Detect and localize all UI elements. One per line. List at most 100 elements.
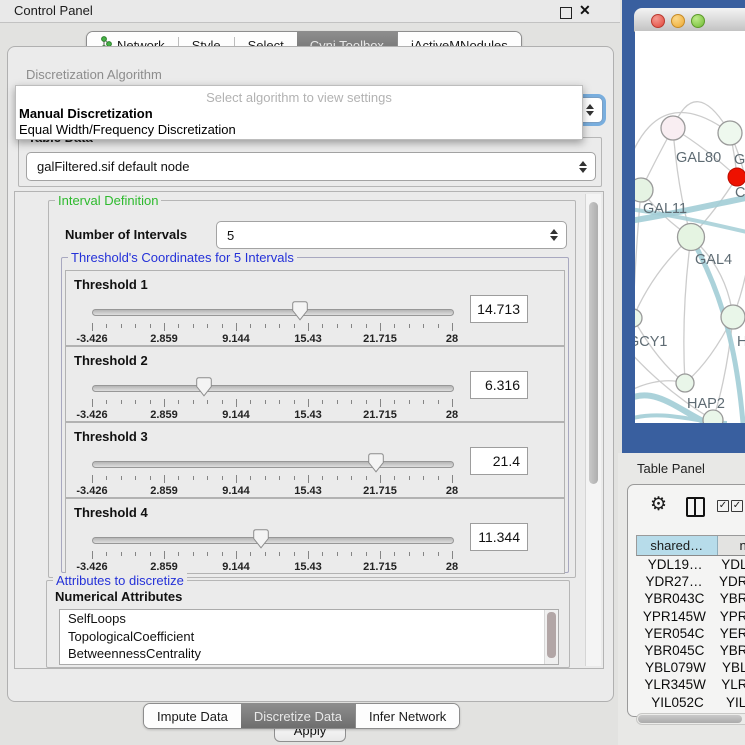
- table-cell[interactable]: YBR0: [713, 591, 745, 606]
- table-row[interactable]: YDL19…YDL1: [636, 556, 745, 573]
- network-window-titlebar[interactable]: [634, 8, 745, 32]
- horizontal-scrollbar[interactable]: [636, 713, 745, 725]
- tab-label: Discretize Data: [254, 709, 342, 724]
- tab-infer-network[interactable]: Infer Network: [355, 704, 459, 728]
- table-toolbar: ⚙ ✓ ✓: [628, 485, 745, 529]
- node-gal11[interactable]: [635, 178, 653, 202]
- table-cell[interactable]: YLR345W: [636, 677, 714, 692]
- threshold-label: Threshold 1: [74, 277, 148, 292]
- node-h[interactable]: [721, 305, 745, 329]
- slider-track[interactable]: [92, 461, 454, 468]
- column-header-name[interactable]: na: [718, 536, 745, 555]
- table-data-combobox[interactable]: galFiltered.sif default node: [26, 152, 596, 181]
- column-layout-icon[interactable]: [686, 497, 705, 517]
- attribute-item[interactable]: TopologicalCoefficient: [60, 628, 558, 646]
- network-view[interactable]: GAL80 GA GAL11 C GAL4 GCY1 H HAP2: [635, 31, 745, 423]
- node-hap2[interactable]: [676, 374, 694, 392]
- mac-minimize-icon[interactable]: [671, 14, 685, 28]
- gear-icon[interactable]: ⚙: [650, 495, 667, 514]
- slider-track[interactable]: [92, 385, 454, 392]
- slider-ticks: [92, 399, 452, 408]
- node-gal4[interactable]: [678, 224, 705, 251]
- list-scrollbar-thumb[interactable]: [547, 612, 556, 658]
- cyni-toolbox-panel: Discretization Algorithm Select algorith…: [7, 46, 614, 702]
- node-gal80[interactable]: [661, 116, 685, 140]
- threshold-3-slider[interactable]: -3.4262.8599.14415.4321.71528: [92, 451, 452, 491]
- node-label: H: [737, 334, 745, 350]
- table-row[interactable]: YBR045CYBR0: [636, 642, 745, 659]
- table-cell[interactable]: YIL052C: [636, 695, 719, 710]
- list-scrollbar[interactable]: [544, 610, 558, 664]
- threshold-1-slider[interactable]: -3.4262.8599.14415.4321.71528: [92, 299, 452, 339]
- mac-close-icon[interactable]: [651, 14, 665, 28]
- table-cell[interactable]: YDL19…: [636, 557, 714, 572]
- table-row[interactable]: YDR27…YDR2: [636, 573, 745, 590]
- table-cell[interactable]: YBR0: [713, 643, 745, 658]
- settings-scrollpane: Interval Definition Number of Intervals …: [14, 191, 604, 669]
- checkbox-icon[interactable]: ✓: [717, 500, 729, 512]
- dropdown-option-manual[interactable]: Manual Discretization: [19, 106, 153, 121]
- table-cell[interactable]: YBR045C: [636, 643, 713, 658]
- threshold-value-field[interactable]: 21.4: [470, 447, 528, 475]
- mac-zoom-icon[interactable]: [691, 14, 705, 28]
- table-row[interactable]: YIL052CYIL0: [636, 694, 745, 711]
- threshold-value-field[interactable]: 6.316: [470, 371, 528, 399]
- tab-impute-data[interactable]: Impute Data: [144, 704, 241, 728]
- table-row[interactable]: YLR345WYLR3: [636, 676, 745, 693]
- table-row[interactable]: YBR043CYBR0: [636, 590, 745, 607]
- table-data-group: Table Data galFiltered.sif default node: [18, 137, 602, 187]
- control-panel-titlebar: Control Panel ✕: [0, 0, 620, 23]
- threshold-2-slider[interactable]: -3.4262.8599.14415.4321.71528: [92, 375, 452, 415]
- threshold-value-field[interactable]: 14.713: [470, 295, 528, 323]
- table-cell[interactable]: YPR145W: [636, 609, 713, 624]
- table-row[interactable]: YPR145WYPR1: [636, 608, 745, 625]
- slider-handle[interactable]: [253, 529, 269, 549]
- node-ga[interactable]: [718, 121, 742, 145]
- attribute-item[interactable]: SelfLoops: [60, 610, 558, 628]
- column-header-shared-name[interactable]: shared…: [637, 536, 718, 555]
- table-cell[interactable]: YDR2: [712, 574, 745, 589]
- slider-handle[interactable]: [368, 453, 384, 473]
- node-gcy1[interactable]: [635, 309, 642, 327]
- slider-track[interactable]: [92, 309, 454, 316]
- algorithm-dropdown-popup: Select algorithm to view settings Manual…: [15, 85, 583, 140]
- table-header-row: shared… na: [636, 535, 745, 556]
- table-panel-inner: ⚙ ✓ ✓ shared… na YDL19…YDL1YDR27…YDR2YBR…: [627, 484, 745, 717]
- node-red[interactable]: [728, 168, 745, 186]
- table-cell[interactable]: YER0: [713, 626, 745, 641]
- slider-handle[interactable]: [196, 377, 212, 397]
- slider-handle[interactable]: [292, 301, 308, 321]
- interval-definition-group: Interval Definition Number of Intervals …: [48, 200, 576, 578]
- table-cell[interactable]: YDR27…: [636, 574, 712, 589]
- table-cell[interactable]: YLR3: [714, 677, 745, 692]
- number-of-intervals-combobox[interactable]: 5: [216, 221, 567, 249]
- numerical-attributes-list[interactable]: SelfLoopsTopologicalCoefficientBetweenne…: [59, 609, 559, 665]
- float-window-icon[interactable]: [560, 7, 572, 19]
- checkbox-icon[interactable]: ✓: [731, 500, 743, 512]
- table-cell[interactable]: YER054C: [636, 626, 713, 641]
- threshold-4-slider[interactable]: -3.4262.8599.14415.4321.71528: [92, 527, 452, 567]
- table-cell[interactable]: YIL0: [719, 695, 745, 710]
- table-cell[interactable]: YPR1: [713, 609, 745, 624]
- tab-discretize-data[interactable]: Discretize Data: [241, 704, 355, 728]
- table-rows: YDL19…YDL1YDR27…YDR2YBR043CYBR0YPR145WYP…: [636, 556, 745, 710]
- table-row[interactable]: YER054CYER0: [636, 625, 745, 642]
- threshold-label: Threshold 2: [74, 353, 148, 368]
- slider-ticks: [92, 323, 452, 332]
- attribute-item[interactable]: BetweennessCentrality: [60, 645, 558, 663]
- close-icon[interactable]: ✕: [579, 2, 591, 19]
- vertical-scrollbar-thumb[interactable]: [589, 202, 598, 484]
- threshold-value-field[interactable]: 11.344: [470, 523, 528, 551]
- table-row[interactable]: YBL079WYBL0: [636, 659, 745, 676]
- node-label: GAL4: [695, 252, 732, 268]
- dropdown-option-equal-width[interactable]: Equal Width/Frequency Discretization: [19, 122, 236, 137]
- slider-track[interactable]: [92, 537, 454, 544]
- table-cell[interactable]: YDL1: [714, 557, 745, 572]
- table-cell[interactable]: YBL0: [715, 660, 745, 675]
- table-cell[interactable]: YBR043C: [636, 591, 713, 606]
- horizontal-scrollbar-thumb[interactable]: [638, 715, 742, 723]
- slider-scale-labels: -3.4262.8599.14415.4321.71528: [92, 409, 452, 421]
- vertical-scrollbar[interactable]: [585, 194, 601, 666]
- bottom-tabbar: Impute Data Discretize Data Infer Networ…: [143, 703, 460, 729]
- table-cell[interactable]: YBL079W: [636, 660, 715, 675]
